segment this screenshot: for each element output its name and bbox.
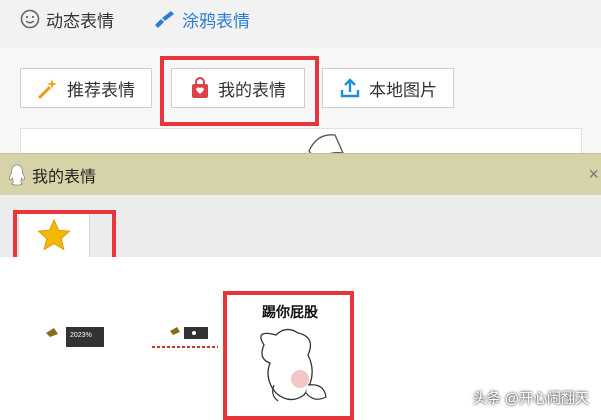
local-image-button[interactable]: 本地图片	[322, 68, 454, 108]
magic-wand-icon	[37, 77, 59, 99]
close-button[interactable]: ×	[588, 164, 599, 185]
panel-title: 我的表情	[32, 169, 97, 186]
watermark: 头条 @开心闹翻天	[472, 390, 589, 406]
top-tab-bar: 动态表情 涂鸦表情	[0, 0, 601, 49]
tab-doodle-emoji[interactable]: 涂鸦表情	[152, 8, 250, 31]
recommended-emoji-label: 推荐表情	[67, 80, 135, 100]
tab-animated-emoji[interactable]: 动态表情	[20, 8, 114, 31]
sticker-item-2[interactable]	[150, 325, 222, 355]
sticker-figure-icon	[152, 327, 218, 348]
brush-icon	[152, 9, 176, 29]
upload-icon	[339, 77, 361, 99]
highlight-sticker	[223, 291, 354, 420]
sticker-badge-text: 2023%	[70, 332, 92, 339]
sticker-item-1[interactable]: 2023%	[44, 325, 104, 351]
smiley-icon	[20, 9, 40, 29]
qq-penguin-icon	[8, 164, 26, 186]
tab-doodle-emoji-label: 涂鸦表情	[182, 11, 250, 31]
local-image-label: 本地图片	[369, 80, 437, 100]
highlight-my-emoji	[160, 56, 319, 126]
my-emoji-panel-header: 我的表情 ×	[0, 153, 601, 196]
tab-animated-emoji-label: 动态表情	[46, 11, 114, 31]
recommended-emoji-button[interactable]: 推荐表情	[20, 68, 152, 108]
